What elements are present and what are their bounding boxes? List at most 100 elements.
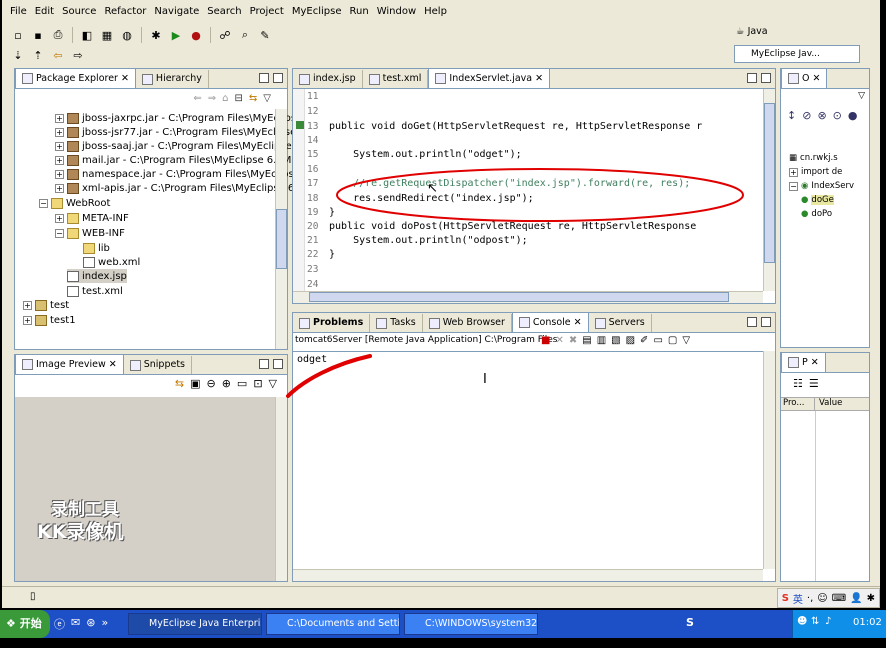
tab-outline[interactable]: O ✕ [781,68,828,88]
hide-static-icon[interactable]: ⊗ [817,109,826,122]
punctuation-icon[interactable]: ·, [807,593,813,604]
maximize-icon[interactable] [273,359,283,369]
tab-servers[interactable]: Servers [589,314,652,332]
keyboard-icon[interactable]: ⌨ [832,593,846,604]
hide-nonpublic-icon[interactable]: ⊙ [833,109,842,122]
sogou-icon[interactable]: S [782,593,789,604]
menu-help[interactable]: Help [420,4,451,20]
user-icon[interactable]: ☻ [797,616,807,627]
outlook-icon[interactable]: ✉ [71,616,80,632]
link-editor-icon[interactable]: ⇆ [249,93,257,104]
menu-myeclipse[interactable]: MyEclipse [288,4,346,20]
outline-item[interactable]: − ◉ IndexServ [789,179,854,193]
forward-icon[interactable]: ⇨ [70,47,86,63]
tree-item[interactable]: + test1 [23,313,76,327]
home-icon[interactable]: ⌂ [222,93,228,104]
tree-item[interactable]: + test [23,298,69,312]
tree-item[interactable]: + namespace.jar - C:\Program Files\MyEcli… [55,167,313,181]
close-icon[interactable]: ✕ [535,70,543,88]
zoom-in-icon[interactable]: ⊕ [222,377,231,390]
maximize-icon[interactable] [761,317,771,327]
tree-item[interactable]: + jboss-saaj.jar - C:\Program Files\MyEcl… [55,139,311,153]
fit-icon[interactable]: ⊡ [253,377,262,390]
value-column-header[interactable]: Value [815,398,842,410]
terminate-icon[interactable]: ■ [541,335,550,346]
external-tools-icon[interactable]: ● [188,27,204,43]
zoom-out-icon[interactable]: ⊖ [206,377,215,390]
run-icon[interactable]: ▶ [168,27,184,43]
view-menu-icon[interactable]: ▽ [263,93,271,104]
tab-index-jsp[interactable]: index.jsp [293,70,363,88]
property-column-header[interactable]: Pro... [781,398,815,410]
menu-source[interactable]: Source [58,4,100,20]
sort-icon[interactable]: ↕ [787,109,796,122]
show-stderr-icon[interactable]: ▨ [626,335,635,346]
tab-web-browser[interactable]: Web Browser [423,314,512,332]
network-icon[interactable]: ⇅ [811,616,819,627]
app-icon[interactable]: ⊛ [86,616,95,632]
actual-size-icon[interactable]: ▭ [237,377,247,390]
menu-edit[interactable]: Edit [31,4,58,20]
debug-icon[interactable]: ✱ [148,27,164,43]
menu-window[interactable]: Window [373,4,420,20]
maximize-icon[interactable] [761,73,771,83]
taskbar-button-cmd[interactable]: C:\WINDOWS\system32... [404,613,538,635]
clock[interactable]: 01:02 [853,617,882,628]
forward-icon[interactable]: ⇒ [208,93,216,104]
tab-package-explorer[interactable]: Package Explorer ✕ [15,68,136,88]
new-icon[interactable]: ▫ [10,27,26,43]
tab-image-preview[interactable]: Image Preview ✕ [15,354,124,374]
explorer-scrollbar[interactable] [275,109,287,349]
ie-icon[interactable]: ⓔ [54,616,65,632]
perspective-java[interactable]: ☕ Java [736,26,768,37]
minimize-icon[interactable] [259,359,269,369]
menu-search[interactable]: Search [203,4,245,20]
outline-item[interactable]: ● doPo [801,207,832,221]
back-icon[interactable]: ⇐ [193,93,201,104]
volume-icon[interactable]: ♪ [825,616,831,627]
print-icon[interactable]: ⎙ [50,27,66,43]
tab-test-xml[interactable]: test.xml [363,70,429,88]
tab-indexservlet-java[interactable]: IndexServlet.java ✕ [428,68,551,88]
tree-item[interactable]: − WebRoot [39,196,110,210]
refresh-icon[interactable]: ⇆ [175,377,184,390]
tree-item[interactable]: test.xml [67,284,123,298]
close-icon[interactable]: ✕ [121,70,129,88]
categories-icon[interactable]: ☷ [793,377,803,390]
globe-icon[interactable]: ◍ [119,27,135,43]
menu-run[interactable]: Run [346,4,373,20]
start-button[interactable]: ❖ 开始 [0,610,50,638]
minimize-icon[interactable] [747,317,757,327]
clear-console-icon[interactable]: ▤ [582,335,591,346]
view-menu-icon[interactable]: ▽ [858,91,865,101]
view-menu-icon[interactable]: ▽ [269,377,277,390]
advanced-icon[interactable]: ☰ [809,377,819,390]
tree-item[interactable]: lib [83,241,110,255]
open-type-icon[interactable]: ☍ [217,27,233,43]
back-icon[interactable]: ⇦ [50,47,66,63]
server-icon[interactable]: ▦ [99,27,115,43]
taskbar-button-myeclipse[interactable]: MyEclipse Java Enterpris... [128,613,262,635]
close-icon[interactable]: ✕ [109,356,117,374]
pencil-icon[interactable]: ✎ [257,27,273,43]
prev-annotation-icon[interactable]: ⇡ [30,47,46,63]
minimize-icon[interactable] [259,73,269,83]
user-icon[interactable]: 👤 [850,593,862,604]
hide-fields-icon[interactable]: ⊘ [802,109,811,122]
tree-item[interactable]: web.xml [83,255,140,269]
menu-project[interactable]: Project [246,4,288,20]
scroll-thumb[interactable] [309,292,729,302]
tab-hierarchy[interactable]: Hierarchy [136,70,209,88]
sogou-tray-icon[interactable]: S [686,616,694,629]
tab-snippets[interactable]: Snippets [124,356,193,374]
remove-all-icon[interactable]: ✖ [569,335,577,346]
collapse-all-icon[interactable]: ⊟ [235,93,243,104]
show-stdout-icon[interactable]: ▧ [611,335,620,346]
tab-problems[interactable]: Problems [293,314,371,332]
open-console-icon[interactable]: ▢ [668,335,677,346]
editor-hscrollbar[interactable] [293,291,763,303]
tree-item[interactable]: + xml-apis.jar - C:\Program Files\MyEclip… [55,181,312,195]
emoji-icon[interactable]: ☺ [817,593,827,604]
minimize-icon[interactable] [747,73,757,83]
close-icon[interactable]: ✕ [574,314,582,332]
